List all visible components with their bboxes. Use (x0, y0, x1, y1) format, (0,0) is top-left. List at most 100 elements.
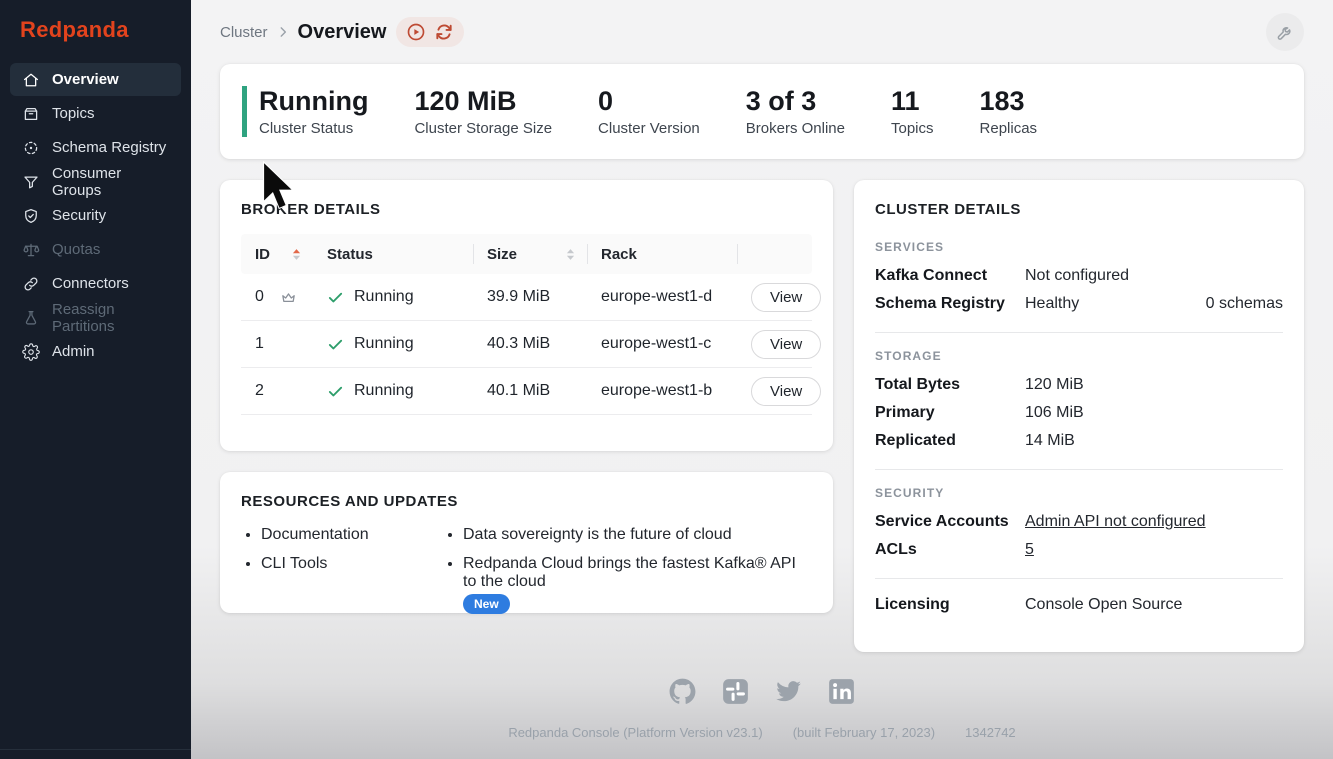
detail-label: Primary (875, 404, 935, 421)
slack-icon (722, 678, 749, 710)
check-icon (327, 336, 344, 353)
broker-row: 0 Running 39.9 MiB europe-west1-d View (241, 274, 822, 321)
section-heading: SECURITY (875, 486, 945, 500)
detail-row-service-accounts: Service Accounts Admin API not configured (875, 508, 1283, 536)
github-link[interactable] (669, 678, 696, 710)
stat-cluster-status: Running Cluster Status (242, 85, 368, 138)
broker-details-title: BROKER DETAILS (241, 201, 381, 218)
sidebar-item-label: Topics (52, 105, 95, 122)
broker-rack: europe-west1-b (601, 382, 713, 399)
cluster-section-storage: STORAGE Total Bytes 120 MiB Primary 106 MiB R… (875, 332, 1283, 455)
stat-topics: 11 Topics (891, 86, 934, 137)
stat-value: 0 (598, 85, 614, 116)
detail-label: ACLs (875, 541, 917, 558)
consumer-groups-icon (22, 173, 40, 191)
breadcrumb-cluster-link[interactable]: Cluster (220, 24, 268, 41)
sidebar: Redpanda Overview Topics Schema Registry Co… (0, 0, 191, 759)
view-broker-button[interactable]: View (751, 282, 822, 312)
refresh-button[interactable] (434, 22, 454, 42)
content-columns: BROKER DETAILS ID Status Size Rack 0 Running… (220, 180, 1304, 652)
sidebar-item-label: Admin (52, 343, 95, 360)
broker-id-cell: 1 (241, 335, 313, 353)
detail-row-replicated: Replicated 14 MiB (875, 427, 1283, 455)
github-icon (669, 678, 696, 710)
resources-right-list: Data sovereignty is the future of cloud R… (463, 526, 812, 625)
detail-label: Total Bytes (875, 376, 961, 393)
detail-value: Not configured (1025, 267, 1130, 284)
column-label: Rack (601, 245, 637, 263)
view-broker-button[interactable]: View (751, 329, 822, 359)
resource-link-text[interactable]: CLI Tools (261, 555, 327, 572)
resource-link-cli-tools[interactable]: CLI Tools (261, 555, 443, 573)
sidebar-nav: Overview Topics Schema Registry Consumer Gr… (0, 56, 191, 375)
broker-id-cell: 2 (241, 382, 313, 400)
broker-row: 1 Running 40.3 MiB europe-west1-c View (241, 321, 822, 368)
sidebar-item-label: Schema Registry (52, 139, 167, 156)
detail-row-schema-registry: Schema Registry Healthy 0 schemas (875, 290, 1283, 318)
social-links (669, 678, 855, 710)
detail-value[interactable]: 5 (1025, 541, 1034, 559)
detail-row-total-bytes: Total Bytes 120 MiB (875, 371, 1283, 399)
column-label: Status (327, 245, 373, 263)
sidebar-item-schema-registry[interactable]: Schema Registry (10, 131, 181, 164)
detail-value[interactable]: Admin API not configured (1025, 513, 1206, 531)
section-heading: STORAGE (875, 349, 942, 363)
resource-link-text[interactable]: Redpanda Cloud brings the fastest Kafka®… (463, 555, 796, 590)
sort-arrows-icon (292, 248, 301, 261)
broker-table-body: 0 Running 39.9 MiB europe-west1-d View 1 Runni… (241, 274, 822, 415)
sidebar-item-connectors[interactable]: Connectors (10, 267, 181, 300)
cluster-section-security: SECURITY Service Accounts Admin API not co… (875, 469, 1283, 564)
broker-id: 1 (255, 335, 264, 352)
broker-row: 2 Running 40.1 MiB europe-west1-b View (241, 368, 822, 415)
stat-cluster-version: 0 Cluster Version (598, 86, 700, 137)
stat-cluster-storage-size: 120 MiB Cluster Storage Size (414, 86, 552, 137)
stat-value: 11 (890, 85, 920, 116)
stat-label: Cluster Status (259, 120, 354, 138)
wrench-button[interactable] (1266, 13, 1304, 51)
check-icon (327, 383, 344, 400)
sidebar-item-reassign-partitions: Reassign Partitions (10, 301, 181, 335)
stat-value: 3 of 3 (745, 85, 817, 116)
app-root: Redpanda Overview Topics Schema Registry Co… (0, 0, 1333, 759)
resource-link-data-sovereignty-is-the-future-of-cloud[interactable]: Data sovereignty is the future of cloud (463, 526, 812, 544)
column-header-actions (737, 234, 812, 274)
stat-label: Cluster Version (598, 120, 700, 138)
section-heading: SERVICES (875, 240, 945, 254)
play-circle-button[interactable] (406, 22, 426, 42)
stat-value: 183 (979, 85, 1025, 116)
column-header-size[interactable]: Size (473, 234, 587, 274)
sidebar-item-admin[interactable]: Admin (10, 335, 181, 368)
resource-link-redpanda-cloud-brings-the-fastest-kafka-[interactable]: Redpanda Cloud brings the fastest Kafka®… (463, 555, 812, 614)
detail-row-licensing: Licensing Console Open Source (875, 591, 1283, 619)
resources-lists: Documentation CLI Tools Data sovereignty … (241, 526, 812, 625)
detail-value: Healthy (1025, 295, 1080, 312)
resource-link-documentation[interactable]: Documentation (261, 526, 443, 544)
version-part: Redpanda Console (Platform Version v23.1… (508, 725, 763, 740)
broker-size: 40.3 MiB (487, 335, 551, 352)
sidebar-item-overview[interactable]: Overview (10, 63, 181, 96)
slack-link[interactable] (722, 678, 749, 710)
sidebar-item-security[interactable]: Security (10, 199, 181, 232)
sort-arrows-icon (566, 248, 575, 261)
sidebar-item-quotas: Quotas (10, 233, 181, 266)
version-text: Redpanda Console (Platform Version v23.1… (493, 725, 1030, 740)
topbar: Cluster Overview (220, 0, 1304, 64)
column-header-id[interactable]: ID (241, 234, 313, 274)
view-broker-button[interactable]: View (751, 376, 822, 406)
main-content: Cluster Overview Running Cluster Status 12… (191, 0, 1333, 759)
detail-label: Kafka Connect (875, 267, 988, 284)
topics-icon (22, 105, 40, 123)
page-actions (396, 17, 465, 47)
detail-row-acls: ACLs 5 (875, 536, 1283, 564)
schema-registry-icon (22, 139, 40, 157)
linkedin-link[interactable] (828, 678, 855, 710)
twitter-link[interactable] (775, 678, 802, 710)
column-header-status: Status (313, 234, 473, 274)
sidebar-item-consumer-groups[interactable]: Consumer Groups (10, 165, 181, 199)
sidebar-item-topics[interactable]: Topics (10, 97, 181, 130)
resource-link-text[interactable]: Documentation (261, 526, 369, 543)
resources-title: RESOURCES AND UPDATES (241, 493, 458, 510)
cluster-stats-card: Running Cluster Status 120 MiB Cluster Stor… (220, 64, 1304, 159)
sidebar-item-label: Connectors (52, 275, 129, 292)
resource-link-text[interactable]: Data sovereignty is the future of cloud (463, 526, 732, 543)
